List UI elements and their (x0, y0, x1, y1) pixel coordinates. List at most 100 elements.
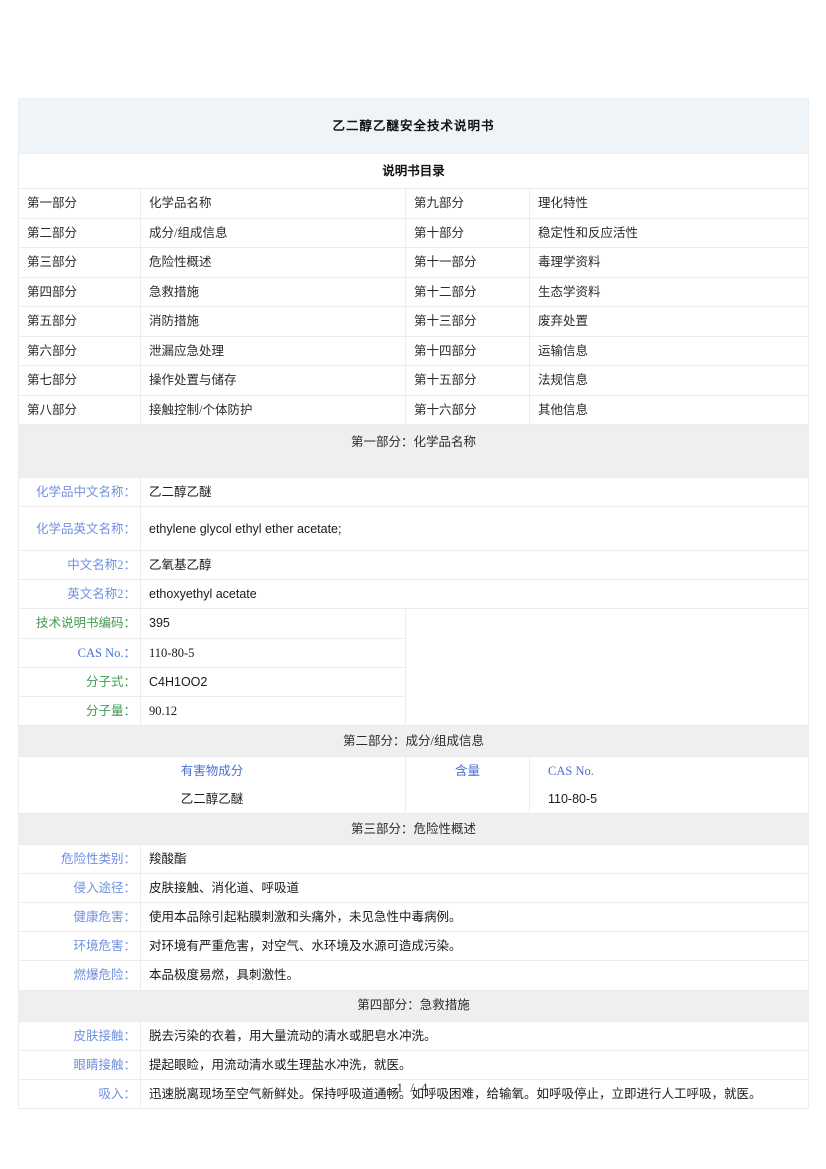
toc-left-name: 消防措施 (140, 306, 406, 337)
field-value: 90.12 (140, 695, 406, 726)
component-column-content: 含量 (405, 755, 530, 786)
toc-heading: 说明书目录 (17, 153, 810, 189)
component-cas: 110-80-5 (528, 785, 810, 814)
field-label: 危险性类别： (18, 843, 141, 875)
toc-left-number: 第八部分 (18, 394, 141, 425)
table-row: 英文名称2： ethoxyethyl acetate (18, 579, 810, 610)
toc-right-name: 废弃处置 (528, 306, 810, 337)
field-label: 技术说明书编码： (18, 608, 141, 639)
toc-left-name: 危险性概述 (140, 247, 406, 278)
toc-left-number: 第五部分 (18, 306, 141, 337)
field-value: 皮肤接触、消化道、呼吸道 (139, 872, 810, 904)
field-value: 羧酸酯 (139, 843, 810, 875)
toc-right-name: 理化特性 (528, 188, 810, 219)
toc-right-name: 运输信息 (528, 335, 810, 366)
document-page: 乙二醇乙醚安全技术说明书 说明书目录 第一部分 化学品名称 第九部分 理化特性 … (0, 0, 826, 1169)
toc-right-number: 第十四部分 (405, 335, 530, 366)
section-heading-row: 第二部分：成分/组成信息 (17, 724, 810, 757)
table-row: 眼睛接触： 提起眼睑，用流动清水或生理盐水冲洗，就医。 (18, 1049, 810, 1080)
table-row: 第七部分 操作处置与储存 第十五部分 法规信息 (18, 365, 810, 396)
table-row: 侵入途径： 皮肤接触、消化道、呼吸道 (18, 872, 810, 904)
field-label: 分子量： (18, 695, 141, 726)
table-row: 第六部分 泄漏应急处理 第十四部分 运输信息 (18, 335, 810, 366)
toc-left-name: 急救措施 (140, 276, 406, 307)
toc-right-name: 稳定性和反应活性 (528, 217, 810, 248)
msds-table: 乙二醇乙醚安全技术说明书 说明书目录 第一部分 化学品名称 第九部分 理化特性 … (17, 98, 810, 1109)
table-row: 燃爆危险： 本品极度易燃，具刺激性。 (18, 960, 810, 991)
table-row: 乙二醇乙醚 110-80-5 (18, 785, 810, 814)
toc-right-number: 第十六部分 (405, 394, 530, 425)
table-row: 技术说明书编码： 395 (18, 608, 810, 726)
table-row: 皮肤接触： 脱去污染的衣着，用大量流动的清水或肥皂水冲洗。 (18, 1020, 810, 1051)
table-row: 环境危害： 对环境有严重危害，对空气、水环境及水源可造成污染。 (18, 931, 810, 962)
field-value: 395 (140, 608, 406, 639)
toc-left-number: 第四部分 (18, 276, 141, 307)
table-row: 有害物成分 含量 CAS No. (18, 755, 810, 786)
table-row: 第五部分 消防措施 第十三部分 废弃处置 (18, 306, 810, 337)
table-row: 中文名称2： 乙氧基乙醇 (18, 550, 810, 581)
field-value: 提起眼睑，用流动清水或生理盐水冲洗，就医。 (139, 1049, 810, 1080)
table-row: 第一部分 化学品名称 第九部分 理化特性 (18, 188, 810, 219)
toc-left-name: 接触控制/个体防护 (140, 394, 406, 425)
toc-left-number: 第六部分 (18, 335, 141, 366)
table-row: 第四部分 急救措施 第十二部分 生态学资料 (18, 276, 810, 307)
table-row: 第三部分 危险性概述 第十一部分 毒理学资料 (18, 247, 810, 278)
section-heading-part1: 第一部分：化学品名称 (17, 424, 810, 478)
field-value: ethylene glycol ethyl ether acetate; (139, 506, 810, 552)
field-label: 眼睛接触： (18, 1049, 141, 1080)
table-row: 化学品英文名称： ethylene glycol ethyl ether ace… (18, 506, 810, 552)
table-row: 危险性类别： 羧酸酯 (18, 843, 810, 875)
toc-right-number: 第十部分 (405, 217, 530, 248)
toc-right-number: 第十一部分 (405, 247, 530, 278)
toc-left-number: 第一部分 (18, 188, 141, 219)
field-label: 化学品英文名称： (18, 506, 141, 552)
part1-empty-block (404, 608, 810, 726)
toc-left-number: 第七部分 (18, 365, 141, 396)
field-label: 燃爆危险： (18, 960, 141, 991)
table-row: 第八部分 接触控制/个体防护 第十六部分 其他信息 (18, 394, 810, 425)
field-value: C4H1OO2 (140, 666, 406, 697)
toc-right-number: 第十五部分 (405, 365, 530, 396)
field-value: 使用本品除引起粘膜刺激和头痛外，未见急性中毒病例。 (139, 902, 810, 933)
section-heading-row: 第三部分：危险性概述 (17, 812, 810, 845)
page-title: 乙二醇乙醚安全技术说明书 (17, 98, 810, 154)
msds-sheet: 乙二醇乙醚安全技术说明书 说明书目录 第一部分 化学品名称 第九部分 理化特性 … (17, 98, 810, 1109)
toc-right-number: 第十二部分 (405, 276, 530, 307)
toc-right-name: 生态学资料 (528, 276, 810, 307)
field-label: 健康危害： (18, 902, 141, 933)
field-value: 110-80-5 (140, 637, 406, 668)
field-label: 环境危害： (18, 931, 141, 962)
toc-right-name: 法规信息 (528, 365, 810, 396)
field-label: 皮肤接触： (18, 1020, 141, 1051)
section-heading-row: 第四部分：急救措施 (17, 989, 810, 1022)
toc-title-row: 说明书目录 (17, 153, 810, 189)
toc-left-name: 成分/组成信息 (140, 217, 406, 248)
section-heading-part3: 第三部分：危险性概述 (17, 812, 810, 845)
field-value: 脱去污染的衣着，用大量流动的清水或肥皂水冲洗。 (139, 1020, 810, 1051)
field-label: 化学品中文名称： (18, 476, 141, 508)
field-label: CAS No.： (18, 637, 141, 668)
toc-right-name: 其他信息 (528, 394, 810, 425)
field-label: 中文名称2： (18, 550, 141, 581)
component-column-name: 有害物成分 (18, 755, 406, 786)
toc-left-name: 泄漏应急处理 (140, 335, 406, 366)
component-name: 乙二醇乙醚 (18, 785, 406, 814)
title-row: 乙二醇乙醚安全技术说明书 (17, 98, 810, 154)
toc-left-number: 第二部分 (18, 217, 141, 248)
field-label: 英文名称2： (18, 579, 141, 610)
field-label: 分子式： (18, 666, 141, 697)
toc-left-name: 操作处置与储存 (140, 365, 406, 396)
toc-left-number: 第三部分 (18, 247, 141, 278)
component-column-cas: CAS No. (528, 755, 810, 786)
field-value: 乙二醇乙醚 (139, 476, 810, 508)
section-heading-row: 第一部分：化学品名称 (17, 424, 810, 478)
toc-right-name: 毒理学资料 (528, 247, 810, 278)
table-row: 化学品中文名称： 乙二醇乙醚 (18, 476, 810, 508)
toc-right-number: 第九部分 (405, 188, 530, 219)
table-row: 健康危害： 使用本品除引起粘膜刺激和头痛外，未见急性中毒病例。 (18, 902, 810, 933)
table-row: 第二部分 成分/组成信息 第十部分 稳定性和反应活性 (18, 217, 810, 248)
toc-right-number: 第十三部分 (405, 306, 530, 337)
toc-left-name: 化学品名称 (140, 188, 406, 219)
field-value: 本品极度易燃，具刺激性。 (139, 960, 810, 991)
field-label: 侵入途径： (18, 872, 141, 904)
